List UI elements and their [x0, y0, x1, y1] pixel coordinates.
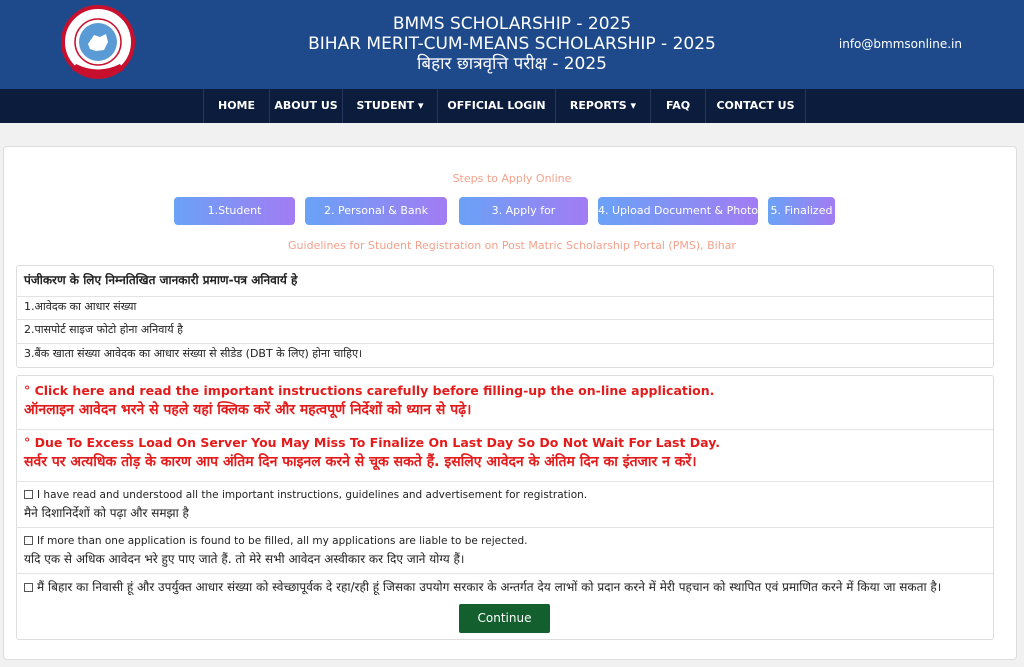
declaration-1-hi: मैने दिशानिर्देशों को पढ़ा और समझा है — [24, 506, 189, 520]
step-apply-scholarship[interactable]: 3. Apply for Scholarship — [459, 197, 588, 245]
nav-home[interactable]: HOME — [203, 89, 269, 123]
step-student-registration[interactable]: 1.Student Registration — [174, 197, 295, 245]
server-load-notice: ° Due To Excess Load On Server You May M… — [17, 429, 993, 481]
requirement-item: 1.आवेदक का आधार संख्या — [17, 296, 993, 318]
server-load-notice-en: ° Due To Excess Load On Server You May M… — [24, 435, 720, 450]
instructions-notice-hi[interactable]: ऑनलाइन आवेदन भरने से पहले यहां क्लिक करे… — [24, 400, 993, 420]
contact-email[interactable]: info@bmmsonline.in — [839, 37, 962, 51]
declaration-read-instructions: I have read and understood all the impor… — [17, 481, 993, 527]
step-personal-bank-details[interactable]: 2. Personal & Bank Details — [305, 197, 447, 245]
nav-contact-us[interactable]: CONTACT US — [705, 89, 806, 123]
nav-reports-dropdown[interactable]: REPORTS ▾ — [555, 89, 650, 123]
site-header: BMMS SCHOLARSHIP - 2025 BIHAR MERIT-CUM-… — [0, 0, 1024, 89]
continue-button[interactable]: Continue — [459, 604, 550, 633]
requirement-item: 3.बैंक खाता संख्या आवेदक का आधार संख्या … — [17, 343, 993, 367]
header-title-line3: बिहार छात्रवृत्ति परीक्ष - 2025 — [416, 54, 607, 74]
instructions-notice[interactable]: ° Click here and read the important inst… — [17, 382, 993, 428]
requirements-box: पंजीकरण के लिए निम्नतिखित जानकारी प्रमाण… — [16, 265, 994, 368]
declaration-1-en: I have read and understood all the impor… — [37, 489, 588, 501]
read-instructions-checkbox[interactable] — [24, 490, 33, 499]
declaration-aadhaar-consent: मैं बिहार का निवासी हूं और उपर्युक्त आधा… — [17, 573, 993, 601]
notices-box: ° Click here and read the important inst… — [16, 375, 994, 640]
nav-official-login[interactable]: OFFICIAL LOGIN — [437, 89, 555, 123]
steps-title: Steps to Apply Online — [452, 172, 572, 185]
main-navigation: HOME ABOUT US STUDENT ▾ OFFICIAL LOGIN R… — [0, 89, 1024, 123]
aadhaar-consent-checkbox[interactable] — [24, 583, 33, 592]
multiple-applications-checkbox[interactable] — [24, 536, 33, 545]
instructions-notice-en[interactable]: ° Click here and read the important inst… — [24, 382, 993, 400]
declaration-2-hi: यदि एक से अधिक आवेदन भरे हुए पाए जाते है… — [24, 552, 465, 566]
step-finalized[interactable]: 5. Finalized — [768, 197, 835, 225]
server-load-notice-hi: सर्वर पर अत्यधिक तोड़ के कारण आप अंतिम द… — [24, 454, 697, 470]
nav-faq[interactable]: FAQ — [650, 89, 705, 123]
nav-about-us[interactable]: ABOUT US — [269, 89, 342, 123]
requirement-item: 2.पासपोर्ट साइज फोटो होना अनिवार्य है — [17, 319, 993, 342]
declaration-3-hi: मैं बिहार का निवासी हूं और उपर्युक्त आधा… — [37, 580, 942, 594]
guidelines-title: Guidelines for Student Registration on P… — [288, 239, 736, 252]
nav-student-dropdown[interactable]: STUDENT ▾ — [342, 89, 437, 123]
declaration-multiple-applications: If more than one application is found to… — [17, 527, 993, 573]
header-title-line1: BMMS SCHOLARSHIP - 2025 — [392, 14, 632, 34]
requirements-heading: पंजीकरण के लिए निम्नतिखित जानकारी प्रमाण… — [24, 273, 298, 287]
declaration-2-en: If more than one application is found to… — [37, 535, 528, 547]
step-upload-document-photo[interactable]: 4. Upload Document & Photo — [598, 197, 758, 225]
